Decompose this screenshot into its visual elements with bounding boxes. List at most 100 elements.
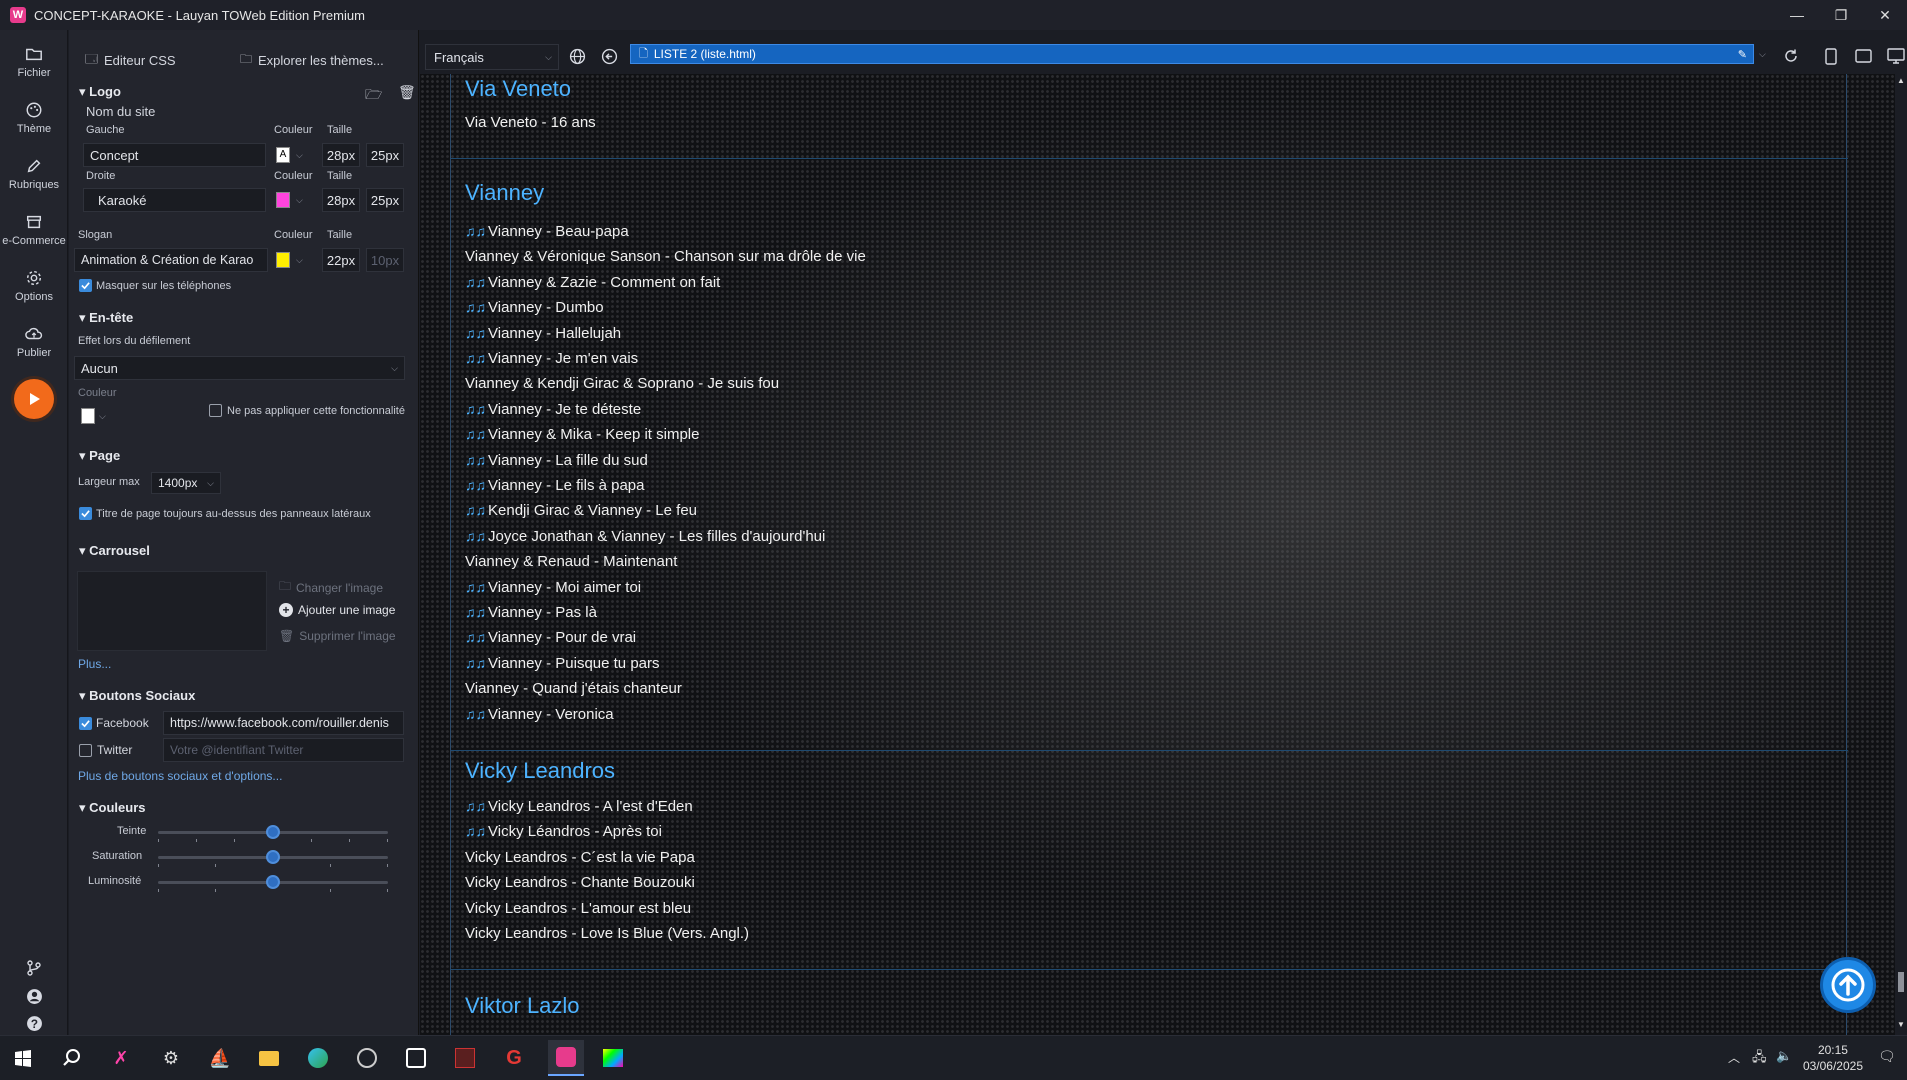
song-item[interactable]: ♫♫ Vianney - Beau-papa	[465, 223, 629, 240]
slider-thumb[interactable]	[266, 825, 280, 839]
page-selector[interactable]: 🗋 LISTE 2 (liste.html) ✎	[630, 44, 1754, 64]
taskbar-toweb[interactable]	[548, 1040, 584, 1076]
scroll-to-top-button[interactable]	[1820, 957, 1876, 1013]
song-item[interactable]: ♫♫ Vianney - Le fils à papa	[465, 477, 645, 494]
right-size2-input[interactable]: 25px	[366, 188, 404, 212]
song-item[interactable]: ♫♫ Vianney - Dumbo	[465, 299, 604, 316]
tray-chevron-icon[interactable]: ︿	[1728, 1049, 1740, 1066]
css-editor-button[interactable]: 🗔 Editeur CSS	[85, 50, 176, 71]
section-logo-header[interactable]: ▾ Logo	[79, 84, 121, 100]
facebook-checkbox[interactable]: Facebook	[79, 716, 149, 730]
song-item[interactable]: ♫♫ Vianney & Mika - Keep it simple	[465, 426, 700, 443]
globe-button[interactable]	[569, 48, 586, 68]
left-size1-input[interactable]: 28px	[322, 143, 360, 167]
taskbar-app-9[interactable]: G	[501, 1045, 527, 1071]
taskbar-app-7[interactable]	[403, 1045, 429, 1071]
section-header-header[interactable]: ▾ En-tête	[79, 310, 133, 326]
title-above-checkbox[interactable]: Titre de page toujours au-dessus des pan…	[79, 507, 371, 520]
open-folder-button[interactable]: 🗁	[365, 84, 382, 108]
change-image-button[interactable]: 🗀 Changer l'image	[279, 577, 383, 598]
song-item[interactable]: ♫♫ Vianney - Veronica	[465, 706, 614, 723]
clock[interactable]: 20:15 03/06/2025	[1803, 1042, 1863, 1074]
hue-slider[interactable]	[158, 824, 388, 844]
left-size2-input[interactable]: 25px	[366, 143, 404, 167]
explore-themes-button[interactable]: 🗀 Explorer les thèmes...	[240, 50, 384, 71]
slogan-color-picker[interactable]: ⌵	[276, 252, 303, 268]
max-width-select[interactable]: 1400px ⌵	[151, 472, 221, 494]
song-item[interactable]: ♫♫ Vianney - Je m'en vais	[465, 350, 638, 367]
taskbar-explorer[interactable]	[256, 1045, 282, 1071]
song-item[interactable]: ♫♫ Joyce Jonathan & Vianney - Les filles …	[465, 528, 825, 545]
song-item[interactable]: ♫♫ Vianney - Hallelujah	[465, 325, 621, 342]
scrollbar-thumb[interactable]	[1898, 972, 1904, 992]
section-page-header[interactable]: ▾ Page	[79, 448, 120, 464]
hide-phones-checkbox[interactable]: Masquer sur les téléphones	[79, 279, 231, 292]
song-item[interactable]: ♫♫ Vianney - Pour de vrai	[465, 629, 636, 646]
right-size1-input[interactable]: 28px	[322, 188, 360, 212]
help-button[interactable]: ?	[0, 1015, 68, 1032]
restore-button[interactable]: ❐	[1819, 0, 1863, 30]
taskbar-app-3[interactable]: ⛵	[207, 1045, 233, 1071]
song-item[interactable]: ♫♫ Vianney - Moi aimer toi	[465, 579, 641, 596]
taskbar-app-8[interactable]	[452, 1045, 478, 1071]
page-dropdown-button[interactable]: ⌵	[1759, 46, 1766, 60]
delete-logo-button[interactable]: 🗑	[398, 84, 416, 101]
search-button[interactable]	[59, 1045, 85, 1071]
right-name-input[interactable]: Karaoké	[83, 188, 266, 212]
preview-play-button[interactable]	[14, 379, 54, 419]
close-button[interactable]: ✕	[1863, 0, 1907, 30]
slogan-size2-input[interactable]: 10px	[366, 248, 404, 272]
rail-item-theme[interactable]: Thème	[0, 90, 68, 146]
minimize-button[interactable]: —	[1775, 0, 1819, 30]
taskbar-edge[interactable]	[305, 1045, 331, 1071]
rail-item-rubriques[interactable]: Rubriques	[0, 146, 68, 202]
song-item[interactable]: ♫♫ Vicky Léandros - Après toi	[465, 823, 662, 840]
saturation-slider[interactable]	[158, 849, 388, 869]
rail-item-publier[interactable]: Publier	[0, 314, 68, 370]
back-button[interactable]	[601, 48, 618, 68]
desktop-view-button[interactable]	[1887, 48, 1905, 67]
left-name-input[interactable]: Concept	[83, 143, 266, 167]
slogan-input[interactable]: Animation & Création de Karao	[74, 248, 268, 272]
section-colors-header[interactable]: ▾ Couleurs	[79, 800, 145, 816]
notifications-icon[interactable]: 🗨	[1878, 1048, 1896, 1065]
no-apply-checkbox[interactable]: Ne pas appliquer cette fonctionnalité	[209, 404, 405, 417]
delete-image-button[interactable]: 🗑 Supprimer l'image	[279, 629, 396, 643]
carousel-more-link[interactable]: Plus...	[78, 657, 111, 671]
language-select[interactable]: Français ⌵	[425, 44, 559, 70]
slogan-size1-input[interactable]: 22px	[322, 248, 360, 272]
taskbar-app-1[interactable]: ✗	[108, 1045, 134, 1071]
phone-view-button[interactable]	[1825, 48, 1837, 68]
scroll-effect-select[interactable]: Aucun ⌵	[74, 356, 405, 380]
right-color-picker[interactable]: ⌵	[276, 192, 303, 208]
slider-thumb[interactable]	[266, 875, 280, 889]
song-item[interactable]: ♫♫ Vianney - Puisque tu pars	[465, 655, 660, 672]
luminosity-slider[interactable]	[158, 874, 388, 894]
slider-thumb[interactable]	[266, 850, 280, 864]
rail-item-options[interactable]: Options	[0, 258, 68, 314]
rail-item-fichier[interactable]: Fichier	[0, 34, 68, 90]
preview-scrollbar[interactable]: ▲ ▼	[1895, 74, 1907, 1035]
song-item[interactable]: ♫♫ Vianney - Je te déteste	[465, 401, 641, 418]
taskbar-app-2[interactable]: ⚙	[158, 1045, 184, 1071]
social-more-link[interactable]: Plus de boutons sociaux et d'options...	[78, 769, 282, 783]
network-icon[interactable]: 🖧	[1752, 1048, 1767, 1070]
add-image-button[interactable]: + Ajouter une image	[279, 603, 395, 617]
account-button[interactable]	[0, 988, 68, 1005]
volume-icon[interactable]: 🔈	[1776, 1048, 1792, 1064]
twitter-input[interactable]: Votre @identifiant Twitter	[163, 738, 404, 762]
left-color-picker[interactable]: A ⌵	[276, 147, 303, 163]
song-item[interactable]: ♫♫ Vianney - La fille du sud	[465, 452, 648, 469]
twitter-checkbox[interactable]: Twitter	[79, 743, 132, 757]
refresh-button[interactable]	[1783, 48, 1799, 67]
song-item[interactable]: ♫♫ Vicky Leandros - A l'est d'Eden	[465, 798, 693, 815]
song-item[interactable]: ♫♫ Vianney & Zazie - Comment on fait	[465, 274, 720, 291]
start-button[interactable]	[10, 1045, 36, 1071]
branch-button[interactable]	[0, 960, 68, 976]
rail-item-ecommerce[interactable]: e-Commerce	[0, 202, 68, 258]
tablet-view-button[interactable]	[1855, 49, 1872, 66]
section-social-header[interactable]: ▾ Boutons Sociaux	[79, 688, 195, 704]
taskbar-app-6[interactable]	[354, 1045, 380, 1071]
song-item[interactable]: ♫♫ Kendji Girac & Vianney - Le feu	[465, 502, 697, 519]
facebook-url-input[interactable]: https://www.facebook.com/rouiller.denis	[163, 711, 404, 735]
